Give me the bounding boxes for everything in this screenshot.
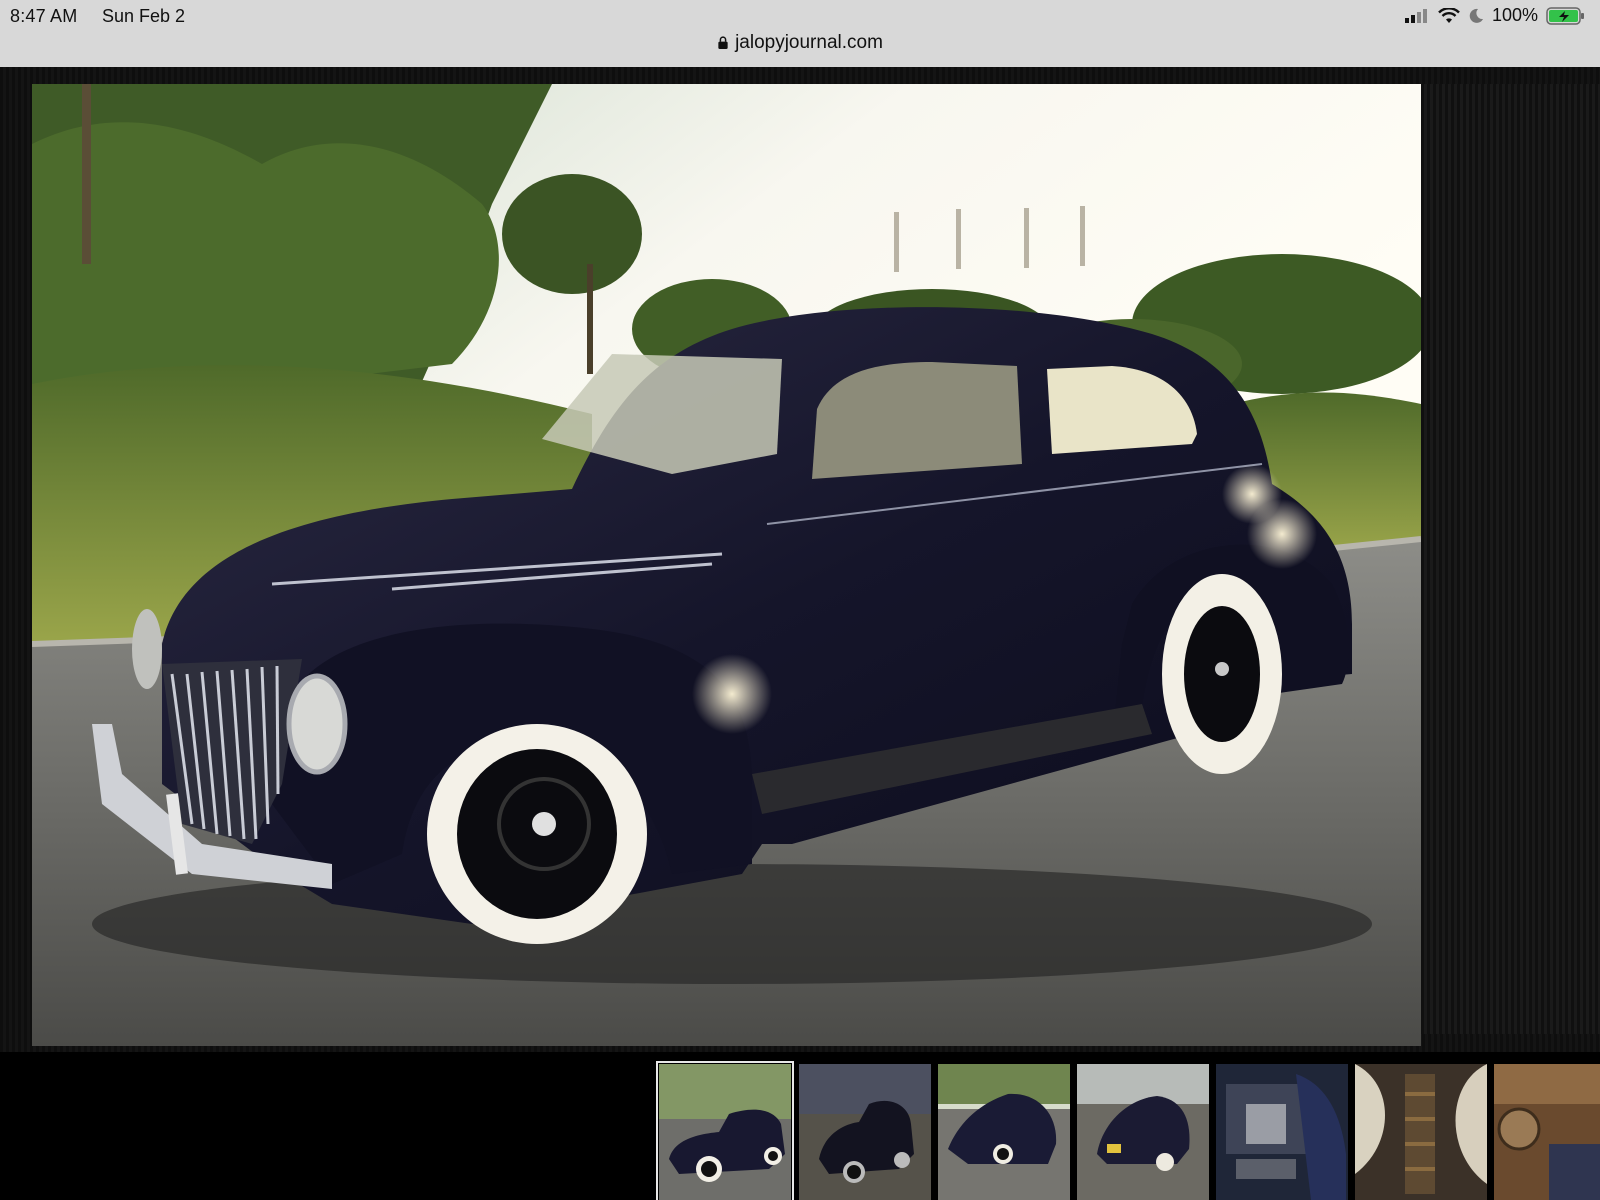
status-date: Sun Feb 2 bbox=[102, 6, 186, 26]
lock-icon bbox=[718, 36, 728, 49]
battery-percent: 100% bbox=[1491, 5, 1538, 25]
thumbnail-strip bbox=[0, 1052, 1600, 1200]
wifi-icon bbox=[1438, 7, 1460, 23]
signal-icon bbox=[1404, 8, 1427, 23]
thumbnail-2[interactable] bbox=[799, 1064, 931, 1200]
battery-icon bbox=[1546, 6, 1584, 25]
moon-icon bbox=[1469, 8, 1483, 23]
thumbnail-7[interactable] bbox=[1494, 1064, 1600, 1200]
thumbnail-5[interactable] bbox=[1216, 1064, 1348, 1200]
url-text: jalopyjournal.com bbox=[735, 32, 883, 53]
thumbnail-4[interactable] bbox=[1077, 1064, 1209, 1200]
status-time: 8:47 AM bbox=[10, 6, 78, 26]
image-viewer bbox=[0, 67, 1600, 1052]
thumbnail-6[interactable] bbox=[1355, 1064, 1487, 1200]
viewer-side-panel bbox=[1421, 84, 1600, 1034]
status-indicators: 100% bbox=[1404, 5, 1586, 26]
thumbnail-1[interactable] bbox=[656, 1061, 794, 1200]
thumbnail-3[interactable] bbox=[938, 1064, 1070, 1200]
browser-top-bar: 8:47 AM Sun Feb 2 100% jalopyjournal.com bbox=[0, 0, 1600, 67]
url-bar[interactable]: jalopyjournal.com bbox=[0, 32, 1600, 54]
main-car-photo[interactable] bbox=[32, 84, 1421, 1046]
